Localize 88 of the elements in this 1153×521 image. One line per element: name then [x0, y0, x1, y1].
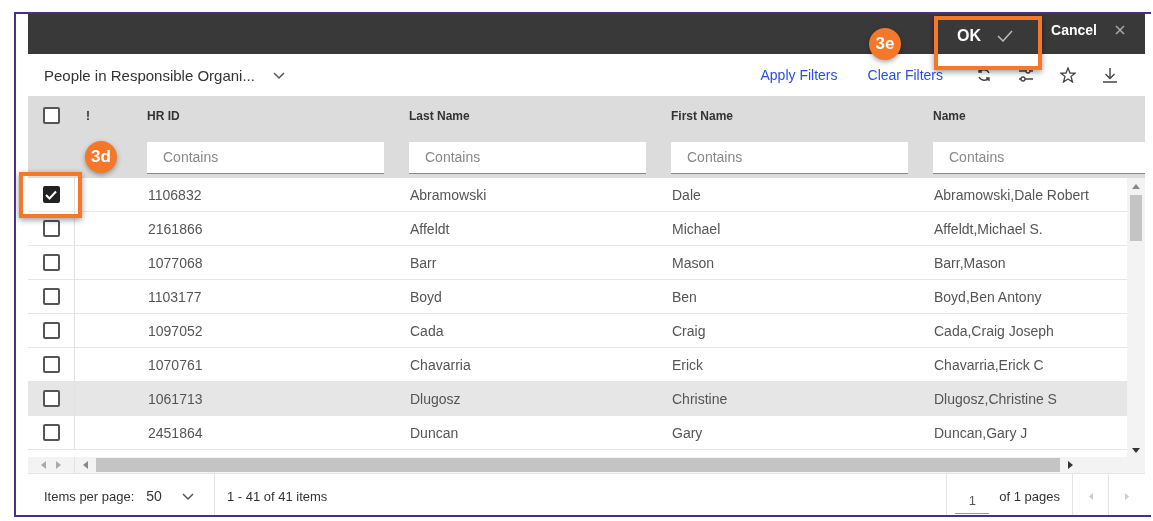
table-cell: Duncan,Gary J [934, 424, 1028, 441]
sliders-icon [1018, 67, 1034, 83]
table-cell: 1061713 [148, 390, 203, 407]
refresh-icon [976, 67, 992, 83]
checkbox[interactable] [42, 220, 60, 237]
cancel-button[interactable]: Cancel [1051, 22, 1125, 38]
table-cell: Cada,Craig Joseph [934, 322, 1054, 339]
table-row[interactable]: 1061713 Dlugosz Christine Dlugosz,Christine S [28, 382, 1127, 416]
checkbox[interactable] [42, 288, 60, 305]
page-size-dropdown[interactable]: 50 [146, 488, 194, 504]
table-cell: Craig [672, 322, 706, 339]
item-range-text: 1 - 41 of 41 items [226, 488, 328, 504]
table-cell: Affeldt [410, 220, 450, 237]
table-row[interactable]: 1077068 Barr Mason Barr,Mason [28, 246, 1127, 280]
table-row[interactable]: 1103177 Boyd Ben Boyd,Ben Antony [28, 280, 1127, 314]
table-row[interactable]: 1097052 Cada Craig Cada,Craig Joseph [28, 314, 1127, 348]
checkbox[interactable] [42, 254, 60, 271]
check-icon [997, 30, 1014, 42]
table-cell: 1070761 [148, 356, 203, 373]
table-cell: Ben [672, 288, 697, 305]
table-cell: Dlugosz [410, 390, 461, 407]
column-header[interactable]: Name [933, 109, 966, 123]
apply-filters-link[interactable]: Apply Filters [760, 67, 838, 83]
table-cell: Barr [410, 254, 437, 271]
chevron-left-icon [1088, 492, 1093, 500]
step-badge: 3e [869, 28, 901, 60]
checkbox[interactable] [42, 186, 60, 203]
checkbox[interactable] [42, 424, 60, 441]
table-row[interactable]: 1106832 Abramowski Dale Abramowski,Dale Robert [28, 178, 1127, 212]
check-icon [45, 189, 57, 200]
scroll-right-icon [56, 461, 61, 469]
page-count-text: of 1 pages [999, 488, 1060, 504]
scrollbar-thumb[interactable] [96, 458, 1060, 472]
filter-field[interactable]: Contains [409, 141, 646, 174]
scroll-left-icon [41, 461, 46, 469]
column-header[interactable]: Last Name [409, 109, 470, 123]
scroll-down-icon [1132, 448, 1140, 453]
table-cell: 1103177 [148, 288, 202, 305]
table-cell: Christine [672, 390, 728, 407]
table-cell: Abramowski,Dale Robert [934, 186, 1089, 203]
column-header[interactable]: First Name [671, 109, 734, 123]
filter-field[interactable]: Contains [147, 141, 384, 174]
table-cell: Dlugosz,Christine S [934, 390, 1057, 407]
table-row[interactable]: 1070761 Chavarria Erick Chavarria,Erick C [28, 348, 1127, 382]
view-dropdown[interactable]: People in Responsible Organi... [44, 66, 285, 84]
table-cell: Chavarria,Erick C [934, 356, 1044, 373]
table-row[interactable]: 2161866 Affeldt Michael Affeldt,Michael S. [28, 212, 1127, 246]
vertical-scrollbar[interactable] [1127, 178, 1145, 457]
table-cell: 1097052 [148, 322, 203, 339]
checkbox[interactable] [42, 356, 60, 373]
table-row[interactable]: 2451864 Duncan Gary Duncan,Gary J [28, 416, 1127, 450]
table-cell: 2451864 [148, 424, 203, 441]
table-cell: 1106832 [148, 186, 202, 203]
column-header[interactable]: HR ID [147, 109, 180, 123]
table-cell: Abramowski [410, 186, 487, 203]
table-cell: Affeldt,Michael S. [934, 220, 1043, 237]
checkbox[interactable] [42, 390, 60, 407]
scroll-right-icon [1068, 461, 1073, 469]
scrollbar-thumb[interactable] [1130, 195, 1142, 241]
table-cell: Barr,Mason [934, 254, 1006, 271]
chevron-down-icon [272, 72, 285, 80]
table-cell: Gary [672, 424, 703, 441]
table-cell: Cada [410, 322, 444, 339]
download-icon [1102, 67, 1118, 83]
scroll-left-icon [83, 461, 88, 469]
filter-field[interactable]: Contains [933, 141, 1145, 174]
clear-filters-link[interactable]: Clear Filters [867, 67, 943, 83]
table-cell: Duncan [410, 424, 459, 441]
table-cell: Dale [672, 186, 701, 203]
filter-field[interactable]: Contains [671, 141, 908, 174]
table-cell: Boyd [410, 288, 442, 305]
table-cell: Boyd,Ben Antony [934, 288, 1042, 305]
highlight-frame [19, 172, 82, 218]
table-cell: 2161866 [148, 220, 203, 237]
checkbox[interactable] [42, 107, 60, 124]
table-cell: Michael [672, 220, 721, 237]
chevron-right-icon [1125, 492, 1129, 500]
column-header[interactable]: ! [86, 109, 90, 123]
items-per-page-label: Items per page: [44, 488, 135, 504]
table-cell: Chavarria [410, 356, 471, 373]
star-icon [1060, 67, 1076, 83]
checkbox[interactable] [42, 322, 60, 339]
table-cell: Mason [672, 254, 715, 271]
chevron-down-icon [181, 493, 194, 501]
table-cell: Erick [672, 356, 704, 373]
table-cell: 1077068 [148, 254, 203, 271]
close-icon [1115, 25, 1125, 35]
scroll-up-icon [1132, 184, 1140, 189]
